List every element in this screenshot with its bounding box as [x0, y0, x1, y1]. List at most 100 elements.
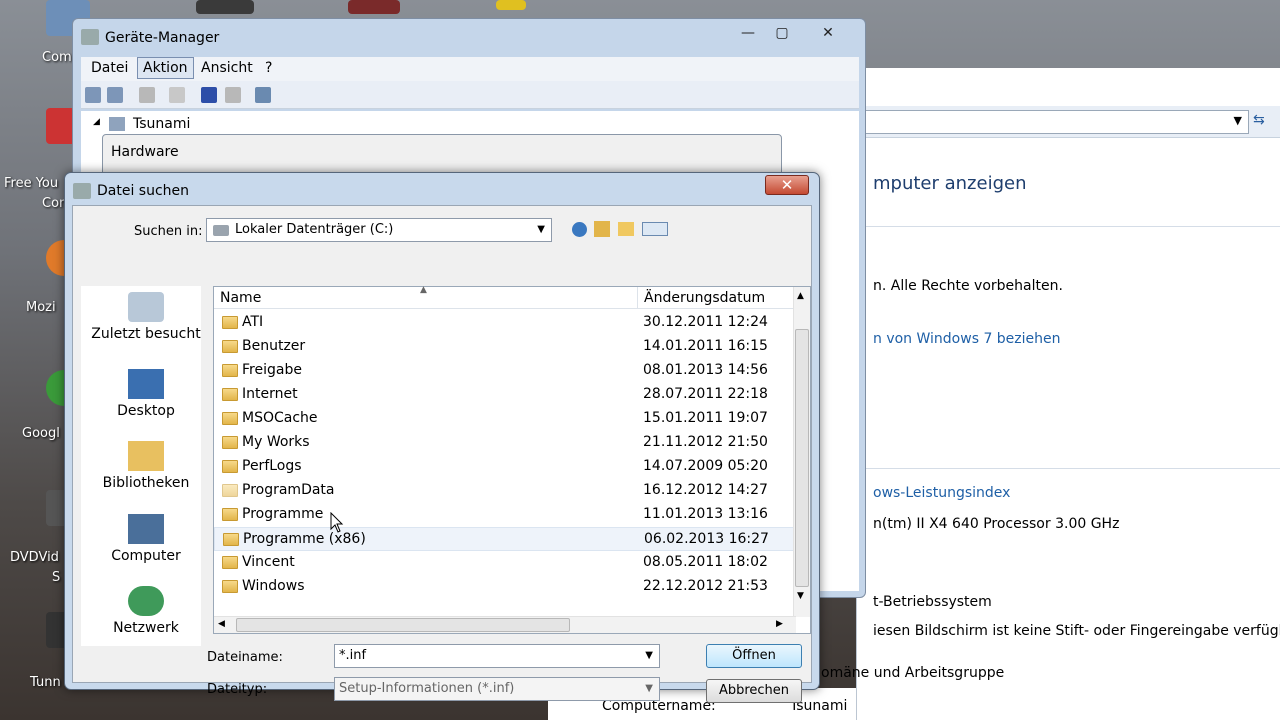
back-arrow-icon[interactable]	[85, 87, 101, 103]
place-computer[interactable]: Computer	[81, 514, 211, 564]
file-date: 28.07.2011 22:18	[643, 386, 768, 402]
menu-ansicht[interactable]: Ansicht	[201, 60, 253, 76]
folder-icon	[222, 556, 238, 569]
chevron-down-icon[interactable]: ▼	[1234, 114, 1242, 127]
game-icon[interactable]	[348, 0, 400, 14]
file-name: PerfLogs	[242, 458, 302, 474]
expand-icon[interactable]: ◢	[93, 117, 100, 127]
file-name: Internet	[242, 386, 298, 402]
divider	[857, 468, 1280, 469]
up-folder-icon[interactable]	[594, 221, 610, 237]
place-network[interactable]: Netzwerk	[81, 586, 211, 636]
file-date: 21.11.2012 21:50	[643, 434, 768, 450]
device-manager-icon	[81, 29, 99, 45]
place-label: Desktop	[117, 403, 175, 419]
dialog-icon	[73, 183, 91, 199]
game-icon[interactable]	[196, 0, 254, 14]
file-row[interactable]: PerfLogs 14.07.2009 05:20	[214, 455, 796, 479]
column-divider	[637, 287, 638, 309]
chevron-down-icon[interactable]: ▼	[645, 683, 653, 694]
back-icon[interactable]	[572, 222, 587, 237]
file-row[interactable]: Benutzer 14.01.2011 16:15	[214, 335, 796, 359]
view-menu-icon[interactable]	[642, 222, 668, 236]
file-row[interactable]: Programme 11.01.2013 13:16	[214, 503, 796, 527]
column-name[interactable]: Name	[220, 290, 261, 306]
domain-section-title: omäne und Arbeitsgruppe	[821, 665, 1005, 681]
scroll-left-icon[interactable]: ◀	[218, 619, 225, 629]
file-name: Vincent	[242, 554, 295, 570]
folder-icon	[222, 388, 238, 401]
refresh-icon[interactable]: ⇆	[1253, 112, 1265, 128]
look-in-label: Suchen in:	[134, 224, 203, 239]
file-row[interactable]: Freigabe 08.01.2013 14:56	[214, 359, 796, 383]
file-row[interactable]: MSOCache 15.01.2011 19:07	[214, 407, 796, 431]
game-icon[interactable]	[496, 0, 526, 10]
menu-help[interactable]: ?	[265, 60, 272, 76]
place-libraries[interactable]: Bibliotheken	[81, 441, 211, 491]
vertical-scrollbar[interactable]: ▲ ▼	[793, 287, 810, 617]
scroll-up-icon[interactable]: ▲	[797, 291, 804, 301]
cancel-button[interactable]: Abbrechen	[706, 679, 802, 703]
desktop-icon-label: Mozi	[26, 300, 56, 315]
file-row[interactable]: ATI 30.12.2011 12:24	[214, 311, 796, 335]
file-list: Name ▲ Änderungsdatum ATI 30.12.2011 12:2…	[213, 285, 811, 634]
forward-arrow-icon[interactable]	[107, 87, 123, 103]
folder-icon	[222, 316, 238, 329]
help-icon[interactable]	[201, 87, 217, 103]
maximize-button[interactable]: ▢	[769, 25, 795, 43]
column-date[interactable]: Änderungsdatum	[644, 290, 765, 306]
places-bar: Zuletzt besucht Desktop Bibliotheken Com…	[81, 286, 201, 646]
file-date: 16.12.2012 14:27	[643, 482, 768, 498]
open-button[interactable]: Öffnen	[706, 644, 802, 668]
scroll-thumb[interactable]	[236, 618, 570, 632]
processor-text: n(tm) II X4 640 Processor 3.00 GHz	[873, 516, 1120, 532]
network-icon	[128, 586, 164, 616]
chevron-down-icon[interactable]: ▼	[645, 650, 653, 661]
file-row[interactable]: Windows 22.12.2012 21:53	[214, 575, 796, 599]
file-date: 30.12.2011 12:24	[643, 314, 768, 330]
place-recent[interactable]: Zuletzt besucht	[81, 292, 211, 342]
file-name: ATI	[242, 314, 264, 330]
file-row[interactable]: ProgramData 16.12.2012 14:27	[214, 479, 796, 503]
horizontal-scrollbar[interactable]: ◀ ▶	[214, 616, 796, 633]
file-row[interactable]: Internet 28.07.2011 22:18	[214, 383, 796, 407]
folder-icon	[222, 460, 238, 473]
scroll-thumb[interactable]	[795, 329, 809, 587]
dialog-title: Datei suchen	[97, 183, 190, 199]
place-desktop[interactable]: Desktop	[81, 369, 211, 419]
list-icon[interactable]	[169, 87, 185, 103]
new-folder-icon[interactable]	[618, 222, 634, 236]
minimize-button[interactable]: —	[735, 25, 761, 43]
file-row[interactable]: Vincent 08.05.2011 18:02	[214, 551, 796, 575]
file-date: 08.05.2011 18:02	[643, 554, 768, 570]
windows-features-link[interactable]: n von Windows 7 beziehen	[873, 331, 1061, 347]
drive-icon	[213, 225, 229, 236]
menu-datei[interactable]: Datei	[91, 60, 128, 76]
tree-root-label[interactable]: Tsunami	[133, 116, 190, 132]
file-name: Freigabe	[242, 362, 302, 378]
address-field[interactable]: ▼	[865, 110, 1249, 134]
mouse-cursor-icon	[330, 512, 344, 533]
filename-input[interactable]: *.inf ▼	[334, 644, 660, 668]
file-name: Programme (x86)	[243, 531, 366, 547]
close-button[interactable]: ✕	[815, 25, 841, 43]
properties-icon[interactable]	[139, 87, 155, 103]
scroll-down-icon[interactable]: ▼	[797, 591, 804, 601]
menu-aktion[interactable]: Aktion	[137, 57, 194, 79]
file-list-header: Name ▲ Änderungsdatum	[214, 285, 796, 309]
scroll-right-icon[interactable]: ▶	[776, 619, 783, 629]
wizard-title: Hardware	[111, 144, 179, 160]
view-icon[interactable]	[225, 87, 241, 103]
file-date: 15.01.2011 19:07	[643, 410, 768, 426]
desktop-icon-label: Tunn	[30, 675, 61, 690]
sort-arrow-icon: ▲	[420, 285, 427, 295]
file-row[interactable]: My Works 21.11.2012 21:50	[214, 431, 796, 455]
computer-icon	[109, 117, 125, 131]
filetype-select[interactable]: Setup-Informationen (*.inf) ▼	[334, 677, 660, 701]
chevron-down-icon[interactable]: ▼	[537, 224, 545, 235]
close-button[interactable]: ✕	[765, 175, 809, 195]
look-in-dropdown[interactable]: Lokaler Datenträger (C:) ▼	[206, 218, 552, 242]
performance-index-link[interactable]: ows-Leistungsindex	[873, 485, 1010, 501]
scan-hardware-icon[interactable]	[255, 87, 271, 103]
file-row[interactable]: Programme (x86) 06.02.2013 16:27	[214, 527, 796, 551]
